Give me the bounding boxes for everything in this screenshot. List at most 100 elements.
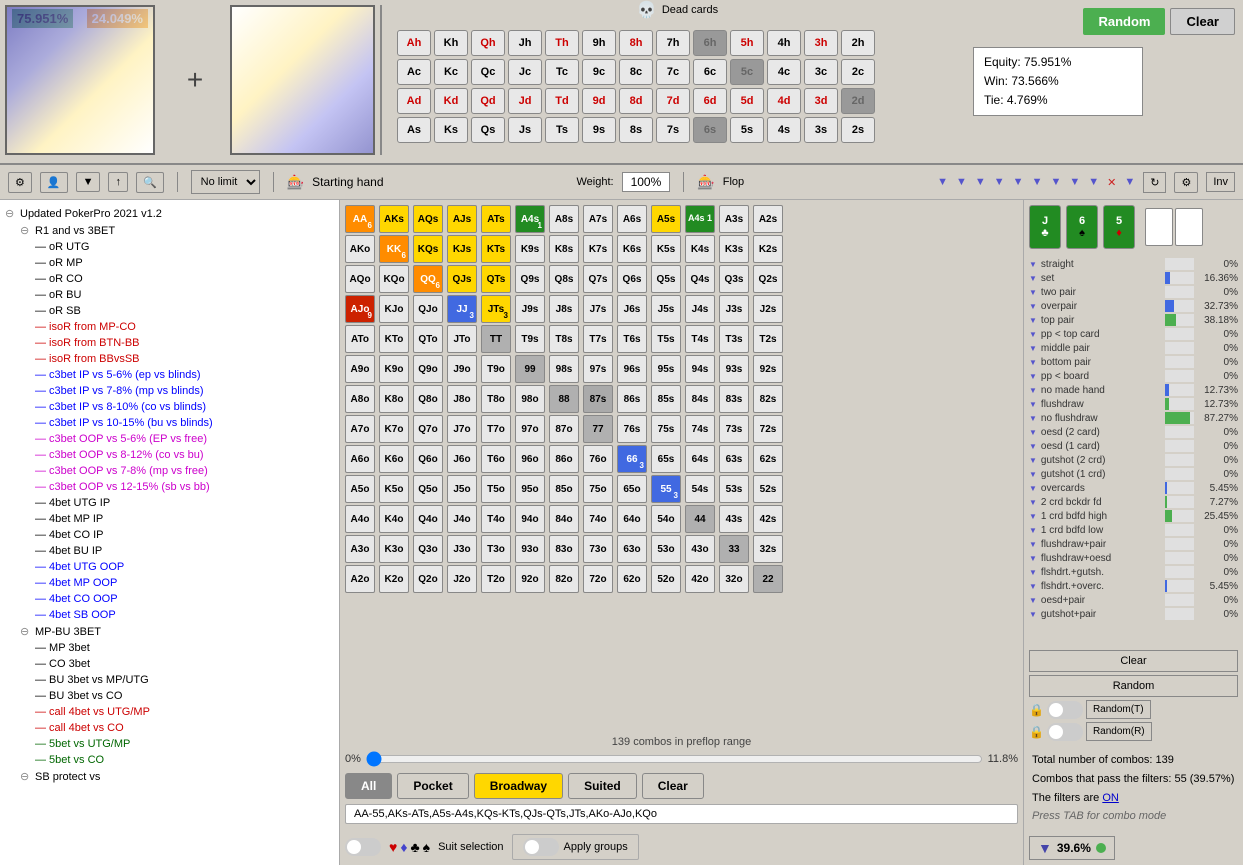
cell-QTs[interactable]: QTs [481,265,511,293]
diamond-icon[interactable]: ♦ [400,839,407,855]
filter-tri-2[interactable]: ▼ [956,176,967,188]
all-button[interactable]: All [345,773,392,799]
card-5d[interactable]: 5d [730,88,764,114]
cell-62s[interactable]: 62s [753,445,783,473]
flshdrt-overc-filter-icon[interactable]: ▼ [1029,582,1037,591]
card-4s[interactable]: 4s [767,117,801,143]
cell-93o[interactable]: 93o [515,535,545,563]
cell-A9o[interactable]: A9o [345,355,375,383]
cell-52s[interactable]: 52s [753,475,783,503]
flshdrt-gutsh-filter-icon[interactable]: ▼ [1029,568,1037,577]
cell-94o[interactable]: 94o [515,505,545,533]
cell-J9o[interactable]: J9o [447,355,477,383]
filter-tri-9[interactable]: ▼ [1088,176,1099,188]
cell-K3o[interactable]: K3o [379,535,409,563]
oesd-1-filter-icon[interactable]: ▼ [1029,442,1037,451]
cell-82s[interactable]: 82s [753,385,783,413]
oesd-pair-filter-icon[interactable]: ▼ [1029,596,1037,605]
random-t-button[interactable]: Random(T) [1086,700,1151,719]
cell-T2s[interactable]: T2s [753,325,783,353]
cell-63s[interactable]: 63s [719,445,749,473]
range-slider[interactable] [366,755,983,763]
cell-QJo[interactable]: QJo [413,295,443,323]
cell-J7o[interactable]: J7o [447,415,477,443]
cell-97o[interactable]: 97o [515,415,545,443]
cell-T5s[interactable]: T5s [651,325,681,353]
cell-J6o[interactable]: J6o [447,445,477,473]
card-Kc[interactable]: Kc [434,59,468,85]
card-6d[interactable]: 6d [693,88,727,114]
bottom-pair-filter-icon[interactable]: ▼ [1029,358,1037,367]
turn-card[interactable] [1145,208,1173,246]
random-r-toggle[interactable] [1047,723,1083,741]
cell-AJs[interactable]: AJs [447,205,477,233]
card-Qd[interactable]: Qd [471,88,505,114]
cell-K6o[interactable]: K6o [379,445,409,473]
cell-A3s[interactable]: A3s [719,205,749,233]
cell-32s[interactable]: 32s [753,535,783,563]
card-3c[interactable]: 3c [804,59,838,85]
card-Td[interactable]: Td [545,88,579,114]
cell-85s[interactable]: 85s [651,385,681,413]
stats-clear-button[interactable]: Clear [1029,650,1238,672]
card-9c[interactable]: 9c [582,59,616,85]
cell-93s[interactable]: 93s [719,355,749,383]
tree-r1-vs-3bet[interactable]: ⊖ R1 and vs 3BET [15,222,339,239]
tree-co-3bet[interactable]: — CO 3bet [30,656,339,672]
cell-T6o[interactable]: T6o [481,445,511,473]
cell-65o[interactable]: 65o [617,475,647,503]
cell-K2s[interactable]: K2s [753,235,783,263]
filter-tri-3[interactable]: ▼ [975,176,986,188]
cell-K7s[interactable]: K7s [583,235,613,263]
card-4h[interactable]: 4h [767,30,801,56]
cell-53s[interactable]: 53s [719,475,749,503]
card-7c[interactable]: 7c [656,59,690,85]
cell-T7s[interactable]: T7s [583,325,613,353]
cell-82o[interactable]: 82o [549,565,579,593]
tree-4bet-utg-ip[interactable]: — 4bet UTG IP [30,495,339,511]
card-Th[interactable]: Th [545,30,579,56]
flushdraw-oesd-filter-icon[interactable]: ▼ [1029,554,1037,563]
tree-or-utg[interactable]: — oR UTG [30,239,339,255]
cell-Q2o[interactable]: Q2o [413,565,443,593]
cell-Q7o[interactable]: Q7o [413,415,443,443]
cell-92o[interactable]: 92o [515,565,545,593]
cell-86s[interactable]: 86s [617,385,647,413]
cell-Q9s[interactable]: Q9s [515,265,545,293]
cell-43s[interactable]: 43s [719,505,749,533]
cell-KK[interactable]: KK6 [379,235,409,263]
pp-top-filter-icon[interactable]: ▼ [1029,330,1037,339]
apply-groups-button[interactable]: Apply groups [512,834,639,860]
cell-A5s[interactable]: A5s [651,205,681,233]
card-7d[interactable]: 7d [656,88,690,114]
cell-A7s[interactable]: A7s [583,205,613,233]
cell-K5s[interactable]: K5s [651,235,681,263]
set-filter-icon[interactable]: ▼ [1029,274,1037,283]
cell-JTs[interactable]: JTs3 [481,295,511,323]
cell-86o[interactable]: 86o [549,445,579,473]
tree-4bet-mp-ip[interactable]: — 4bet MP IP [30,511,339,527]
cell-87o[interactable]: 87o [549,415,579,443]
card-5c[interactable]: 5c [730,59,764,85]
suited-button[interactable]: Suited [568,773,637,799]
card-6s[interactable]: 6s [693,117,727,143]
cell-J8s[interactable]: J8s [549,295,579,323]
card-Qc[interactable]: Qc [471,59,505,85]
tree-call-4bet-utg-mp[interactable]: — call 4bet vs UTG/MP [30,704,339,720]
oesd-2-filter-icon[interactable]: ▼ [1029,428,1037,437]
card-2h[interactable]: 2h [841,30,875,56]
cell-J5o[interactable]: J5o [447,475,477,503]
cell-KQs[interactable]: KQs [413,235,443,263]
cell-J2s[interactable]: J2s [753,295,783,323]
middle-pair-filter-icon[interactable]: ▼ [1029,344,1037,353]
cell-T9s[interactable]: T9s [515,325,545,353]
heart-icon[interactable]: ♥ [389,839,397,855]
card-Ah[interactable]: Ah [397,30,431,56]
cell-66[interactable]: 663 [617,445,647,473]
card-2s[interactable]: 2s [841,117,875,143]
tree-c3bet-oop-812[interactable]: — c3bet OOP vs 8-12% (co vs bu) [30,447,339,463]
cell-J3s[interactable]: J3s [719,295,749,323]
cell-96o[interactable]: 96o [515,445,545,473]
cell-55[interactable]: 553 [651,475,681,503]
cell-Q5s[interactable]: Q5s [651,265,681,293]
